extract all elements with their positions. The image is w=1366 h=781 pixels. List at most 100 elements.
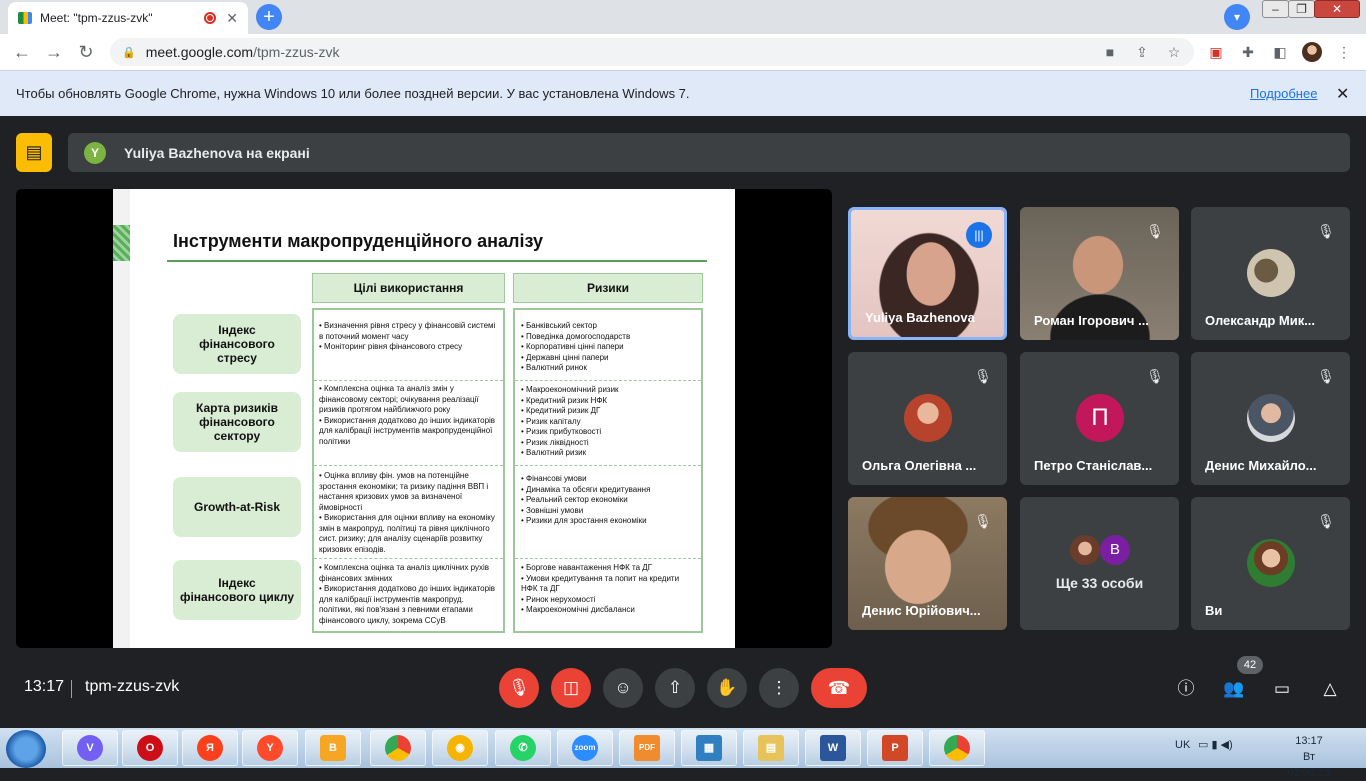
row-label: Індекс фінансового циклу	[173, 560, 301, 620]
taskbar-zoom[interactable]: zoom	[557, 730, 613, 766]
close-window-button[interactable]: ✕	[1314, 0, 1360, 18]
participant-avatar	[1070, 535, 1100, 565]
browser-tab[interactable]: Meet: "tpm-zzus-zvk" ✕	[8, 2, 248, 34]
viber-icon: V	[77, 735, 103, 761]
participant-tile[interactable]: П 🎙 Петро Станіслав...	[1020, 352, 1179, 485]
powerpoint-icon: P	[882, 735, 908, 761]
reload-icon[interactable]: ↻	[74, 40, 98, 64]
more-options-button[interactable]: ⋮	[759, 668, 799, 708]
raise-hand-button[interactable]: ✋	[707, 668, 747, 708]
participant-avatar	[1247, 249, 1295, 297]
participant-tile[interactable]: ||| Yuliya Bazhenova	[848, 207, 1007, 340]
url-host: meet.google.com	[145, 44, 254, 60]
taskbar-word[interactable]: W	[805, 730, 861, 766]
participant-name: Петро Станіслав...	[1034, 458, 1153, 473]
participant-tile[interactable]: 🎙 Денис Михайло...	[1191, 352, 1350, 485]
forward-icon[interactable]: →	[42, 40, 66, 64]
zoom-icon: zoom	[572, 735, 598, 761]
stop-presenting-icon[interactable]: ▤	[16, 133, 52, 172]
camera-toggle-button[interactable]: ◫	[551, 668, 591, 708]
profile-avatar[interactable]	[1302, 42, 1322, 62]
taskbar-viber[interactable]: V	[62, 730, 118, 766]
taskbar-pdf[interactable]: PDF	[619, 730, 675, 766]
maximize-button[interactable]: ❐	[1288, 0, 1315, 18]
col-risks-header: Ризики	[513, 273, 703, 303]
mic-toggle-button[interactable]: 🎙	[499, 668, 539, 708]
taskbar-app-cube[interactable]: ▦	[681, 730, 737, 766]
taskbar-chrome-2[interactable]	[929, 730, 985, 766]
tab-search-button[interactable]: ▾	[1224, 4, 1250, 30]
tab-title: Meet: "tpm-zzus-zvk"	[40, 11, 153, 25]
menu-dots-icon[interactable]: ⋮	[1334, 42, 1354, 62]
participant-name: Олександр Мик...	[1205, 313, 1316, 328]
participant-name: Ви	[1205, 603, 1223, 618]
emoji-button[interactable]: ☺	[603, 668, 643, 708]
chrome-icon	[385, 735, 411, 761]
word-icon: W	[820, 735, 846, 761]
goals-cell: • Комплексна оцінка та аналіз циклічних …	[319, 563, 496, 625]
info-close-icon[interactable]: ✕	[1336, 84, 1349, 104]
participant-avatar: B	[1100, 535, 1130, 565]
info-message: Чтобы обновлять Google Chrome, нужна Win…	[16, 86, 690, 101]
taskbar-vpn[interactable]: ◉	[432, 730, 488, 766]
mic-off-icon: 🎙	[1317, 368, 1335, 384]
presenter-label: Yuliya Bazhenova на екрані	[124, 144, 310, 161]
taskbar-opera[interactable]: O	[122, 730, 178, 766]
back-icon[interactable]: ←	[10, 40, 34, 64]
pdf-icon: PDF	[634, 735, 660, 761]
mic-off-icon: 🎙	[1146, 368, 1164, 384]
start-button[interactable]	[6, 730, 46, 768]
participant-tile[interactable]: 🎙 Ольга Олегівна ...	[848, 352, 1007, 485]
taskbar-yandex[interactable]: Я	[182, 730, 238, 766]
people-icon[interactable]: 👥	[1221, 676, 1247, 702]
language-indicator[interactable]: UK	[1175, 739, 1190, 751]
side-panel-icon[interactable]: ◧	[1270, 42, 1290, 62]
tray-icons[interactable]: ▭ ▮ ◀)	[1198, 738, 1233, 751]
taskbar-yandex-browser[interactable]: Y	[242, 730, 298, 766]
chrome-icon	[944, 735, 970, 761]
address-bar[interactable]: 🔒 meet.google.com/tpm-zzus-zvk ■ ⇪ ☆	[110, 38, 1194, 66]
camera-icon[interactable]: ■	[1100, 42, 1120, 62]
participant-tile[interactable]: 🎙 Олександр Мик...	[1191, 207, 1350, 340]
speaking-indicator-icon: |||	[966, 222, 992, 248]
participant-avatar: П	[1076, 394, 1124, 442]
browser-toolbar: ← → ↻ 🔒 meet.google.com/tpm-zzus-zvk ■ ⇪…	[0, 34, 1366, 70]
leave-call-button[interactable]: ☎	[811, 668, 867, 708]
new-tab-button[interactable]: +	[256, 4, 282, 30]
taskbar-whatsapp[interactable]: ✆	[495, 730, 551, 766]
present-button[interactable]: ⇧	[655, 668, 695, 708]
self-tile[interactable]: 🎙 Ви	[1191, 497, 1350, 630]
yandex-browser-icon: Y	[257, 735, 283, 761]
taskbar-chrome[interactable]	[370, 730, 426, 766]
mic-off-icon: 🎙	[1146, 223, 1164, 239]
participant-name: Yuliya Bazhenova	[865, 310, 975, 325]
participant-name: Роман Ігорович ...	[1034, 313, 1149, 328]
tab-close-icon[interactable]: ✕	[226, 10, 238, 27]
info-more-link[interactable]: Подробнее	[1250, 86, 1317, 101]
taskbar-explorer[interactable]: ▤	[743, 730, 799, 766]
risks-cell: • Боргове навантаження НФК та ДГ • Умови…	[521, 563, 680, 614]
goals-cell: • Комплексна оцінка та аналіз змін у фін…	[319, 384, 496, 446]
share-icon[interactable]: ⇪	[1132, 42, 1152, 62]
extensions-puzzle-icon[interactable]: ✚	[1238, 42, 1258, 62]
meet-favicon-icon	[18, 12, 32, 24]
risks-cell: • Банківський сектор • Поведінка домогос…	[521, 321, 631, 372]
row-label: Growth-at-Risk	[173, 477, 301, 537]
info-icon[interactable]: ⓘ	[1173, 676, 1199, 702]
taskbar-app[interactable]: B	[305, 730, 361, 766]
title-underline	[167, 260, 707, 262]
bookmark-star-icon[interactable]: ☆	[1164, 42, 1184, 62]
extension-icon[interactable]: ▣	[1206, 42, 1226, 62]
more-participants-tile[interactable]: B Ще 33 особи	[1020, 497, 1179, 630]
minimize-button[interactable]: –	[1262, 0, 1289, 18]
taskbar-powerpoint[interactable]: P	[867, 730, 923, 766]
recording-icon	[204, 12, 217, 24]
mic-off-icon: 🎙	[974, 513, 992, 529]
participant-tile[interactable]: 🎙 Роман Ігорович ...	[1020, 207, 1179, 340]
participant-name: Денис Юрійович...	[862, 603, 981, 618]
activities-icon[interactable]: △	[1317, 676, 1343, 702]
system-clock[interactable]: 13:17 Вт 02.05.23	[1284, 733, 1334, 781]
participant-tile[interactable]: 🎙 Денис Юрійович...	[848, 497, 1007, 630]
chat-icon[interactable]: ▭	[1269, 676, 1295, 702]
participant-name: Ольга Олегівна ...	[862, 458, 977, 473]
